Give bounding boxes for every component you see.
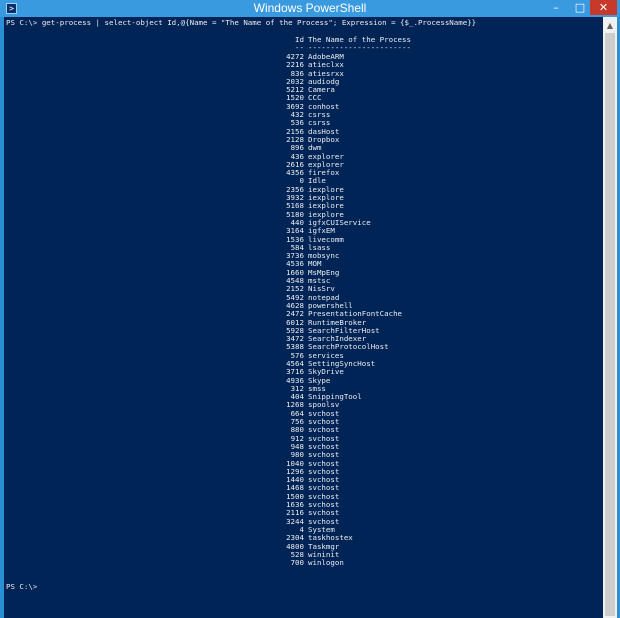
process-table: 4272 AdobeARM 2216 atieclxx 836 atiesrxx 2032 a… [236,52,402,568]
table-header: Id The Name of the Process -- ------------… [236,35,411,53]
process-id: 700 [290,558,304,568]
title-bar[interactable]: > Windows PowerShell – □ ✕ [0,0,620,17]
minimize-button[interactable]: – [544,0,568,15]
process-id: 3244 [286,516,304,526]
console-output[interactable]: PS C:\> get-process | select-object Id,@… [4,17,603,618]
maximize-button[interactable]: □ [568,0,592,15]
powershell-window: > Windows PowerShell – □ ✕ PS C:\> get-p… [0,0,620,618]
command-line: PS C:\> get-process | select-object Id,@… [6,18,477,27]
close-button[interactable]: ✕ [590,0,617,15]
process-id: 4356 [286,168,304,178]
prompt: PS C:\> [6,582,38,591]
process-name: winlogon [308,558,344,568]
header-id: Id [295,35,304,44]
table-row: 700 winlogon [236,558,402,568]
scroll-thumb[interactable] [605,33,615,616]
scroll-up-arrow-icon[interactable]: ▲ [603,19,617,33]
window-title: Windows PowerShell [253,1,367,15]
vertical-scrollbar[interactable]: ▲ [603,17,617,618]
